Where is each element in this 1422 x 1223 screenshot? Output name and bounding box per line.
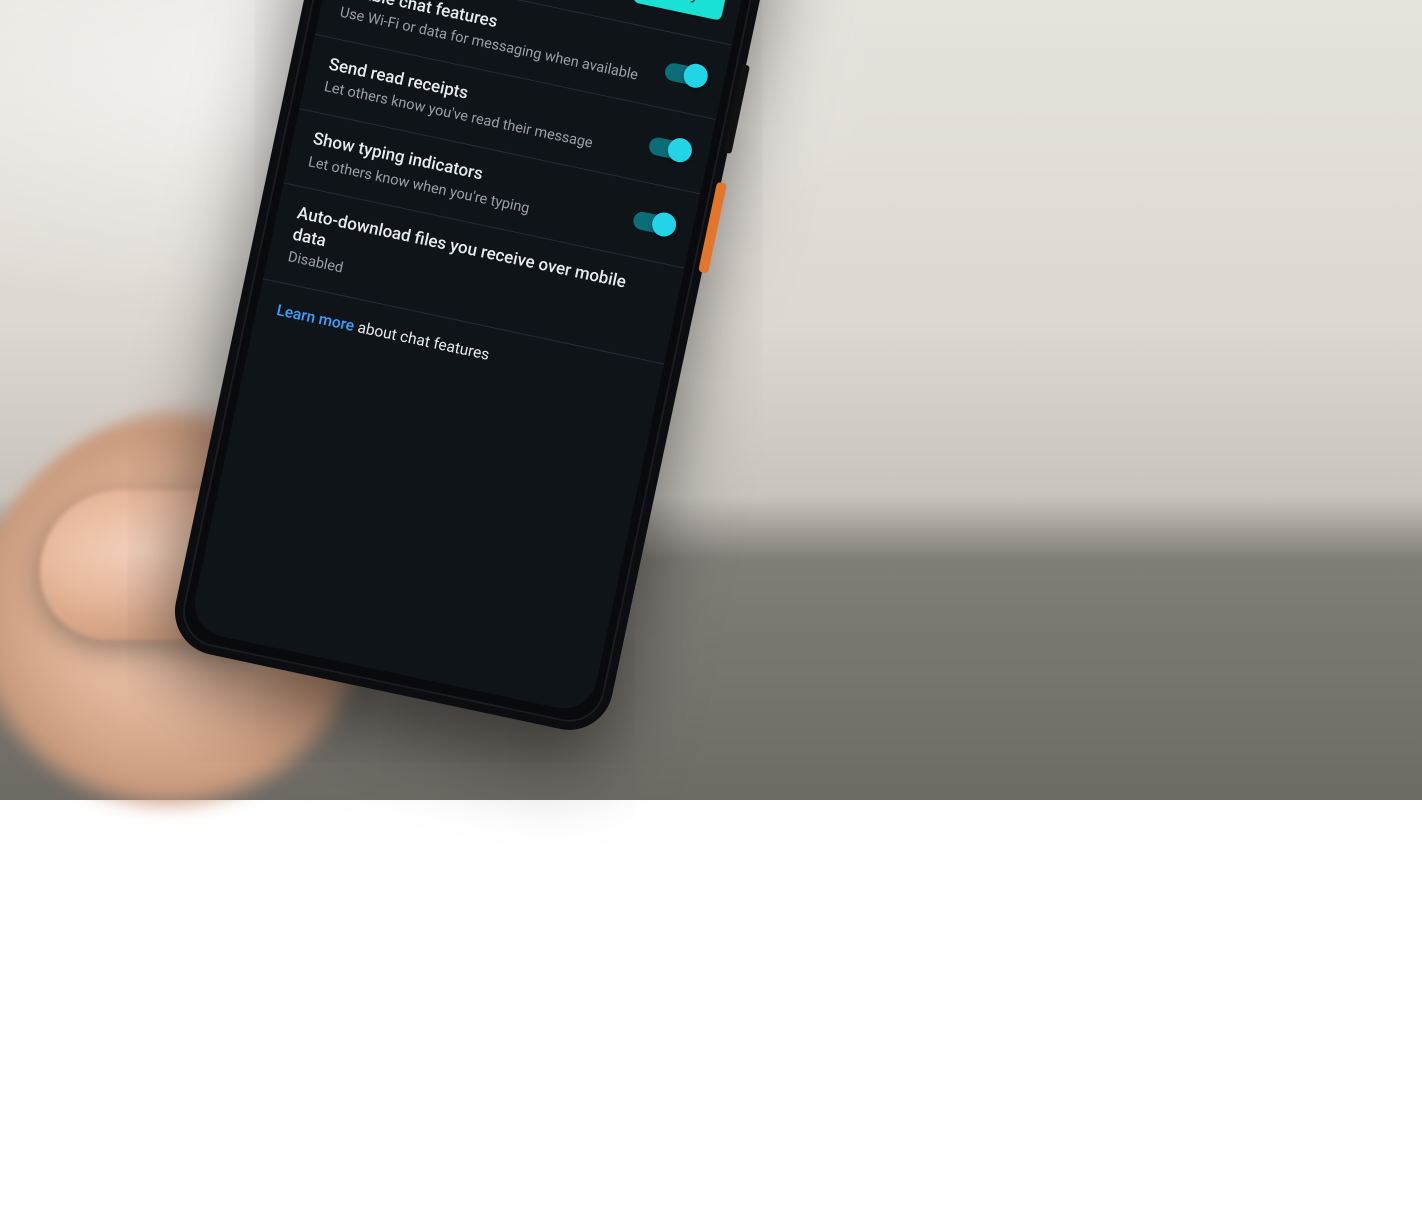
toggle-read-receipts[interactable] [648,136,691,162]
toggle-typing-indicators[interactable] [632,210,675,236]
learn-more-rest: about chat features [352,317,491,363]
phone-wrapper: 5:28 5Gᴇ 91% Chat fe [292,253,915,1222]
learn-more-link[interactable]: Learn more [275,301,356,335]
toggle-enable-chat-features[interactable] [663,61,706,87]
retry-button[interactable]: Retry [632,0,728,21]
